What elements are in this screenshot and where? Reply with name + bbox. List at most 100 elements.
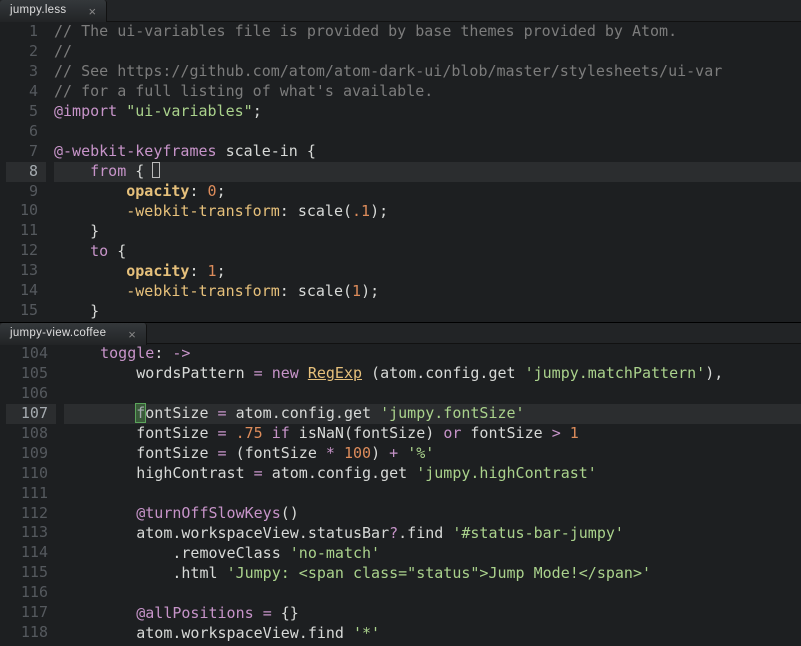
code-line[interactable]: atom.workspaceView.find '*' bbox=[64, 624, 801, 644]
close-icon[interactable]: × bbox=[88, 5, 96, 18]
code-token: .find bbox=[398, 524, 452, 542]
tab-jumpy-view-coffee[interactable]: jumpy-view.coffee × bbox=[0, 323, 147, 345]
tab-bar-2: jumpy-view.coffee × bbox=[0, 322, 801, 344]
code-token: = bbox=[254, 464, 263, 482]
code-token: > bbox=[552, 424, 561, 442]
line-number: 110 bbox=[6, 464, 56, 484]
code-line[interactable] bbox=[64, 484, 801, 504]
code-line[interactable]: to { bbox=[54, 242, 801, 262]
code-area-2[interactable]: toggle: -> wordsPattern = new RegExp (at… bbox=[64, 344, 801, 646]
code-token: { bbox=[126, 162, 153, 180]
code-token: .removeClass bbox=[64, 544, 290, 562]
code-token: 100 bbox=[344, 444, 371, 462]
code-line[interactable] bbox=[54, 122, 801, 142]
code-token: 1 bbox=[208, 262, 217, 280]
code-line[interactable]: atom.workspaceView.statusBar?.find '#sta… bbox=[64, 524, 801, 544]
code-token: ; bbox=[217, 182, 226, 200]
line-number: 118 bbox=[6, 623, 56, 643]
tab-jumpy-less[interactable]: jumpy.less × bbox=[0, 0, 107, 22]
gutter-2: 1041051061071081091101111121131141151161… bbox=[0, 344, 64, 646]
code-token: toggle bbox=[100, 344, 154, 362]
tab-title: jumpy.less bbox=[10, 3, 66, 18]
code-line[interactable]: // for a full listing of what's availabl… bbox=[54, 82, 801, 102]
code-token: ( bbox=[343, 202, 352, 220]
code-line[interactable]: from { bbox=[54, 162, 801, 182]
code-token: // for a full listing of what's availabl… bbox=[54, 82, 433, 100]
code-line[interactable]: fontSize = (fontSize * 100) + '%' bbox=[64, 444, 801, 464]
code-line[interactable]: @allPositions = {} bbox=[64, 604, 801, 624]
code-token bbox=[263, 424, 272, 442]
line-number: 115 bbox=[6, 563, 56, 583]
code-line[interactable]: wordsPattern = new RegExp (atom.config.g… bbox=[64, 364, 801, 384]
code-line[interactable]: @-webkit-keyframes scale-in { bbox=[54, 142, 801, 162]
code-token: .1 bbox=[352, 202, 370, 220]
code-line[interactable]: fontSize = atom.config.get 'jumpy.fontSi… bbox=[64, 404, 801, 424]
line-number: 113 bbox=[6, 523, 56, 543]
code-token: opacity bbox=[126, 262, 189, 280]
code-token: // See https://github.com/atom/atom-dark… bbox=[54, 62, 722, 80]
code-line[interactable]: } bbox=[54, 222, 801, 242]
code-token: // The ui-variables file is provided by … bbox=[54, 22, 677, 40]
code-token bbox=[227, 424, 236, 442]
code-token bbox=[54, 182, 126, 200]
code-token: * bbox=[326, 444, 335, 462]
code-line[interactable]: -webkit-transform: scale(1); bbox=[54, 282, 801, 302]
close-icon[interactable]: × bbox=[128, 328, 136, 341]
code-token: (atom.config.get bbox=[362, 364, 525, 382]
code-token: ? bbox=[389, 524, 398, 542]
line-number: 9 bbox=[6, 182, 46, 202]
code-line[interactable]: opacity: 0; bbox=[54, 182, 801, 202]
code-token: { bbox=[298, 142, 316, 160]
code-token: : bbox=[280, 202, 298, 220]
code-token: fontSize bbox=[461, 424, 551, 442]
code-line[interactable]: @import "ui-variables"; bbox=[54, 102, 801, 122]
line-number: 114 bbox=[6, 543, 56, 563]
code-line[interactable]: .removeClass 'no-match' bbox=[64, 544, 801, 564]
editor-pane-1[interactable]: 123456789101112131415 // The ui-variable… bbox=[0, 22, 801, 322]
code-line[interactable] bbox=[64, 584, 801, 604]
code-token bbox=[64, 604, 136, 622]
line-number: 3 bbox=[6, 62, 46, 82]
code-token: -> bbox=[172, 344, 190, 362]
code-token: ); bbox=[361, 282, 379, 300]
line-number: 112 bbox=[6, 504, 56, 524]
code-token bbox=[254, 604, 263, 622]
text-cursor bbox=[152, 162, 160, 178]
code-token: = bbox=[263, 604, 272, 622]
code-line[interactable]: @turnOffSlowKeys() bbox=[64, 504, 801, 524]
line-number: 104 bbox=[6, 344, 56, 364]
code-line[interactable] bbox=[64, 384, 801, 404]
code-line[interactable]: toggle: -> bbox=[64, 344, 801, 364]
code-token: scale bbox=[298, 202, 343, 220]
code-token bbox=[54, 262, 126, 280]
editor-pane-2[interactable]: 1041051061071081091101111121131141151161… bbox=[0, 344, 801, 646]
code-token: '#status-bar-jumpy' bbox=[452, 524, 624, 542]
code-token: } bbox=[54, 222, 99, 240]
code-line[interactable]: opacity: 1; bbox=[54, 262, 801, 282]
code-token: } bbox=[54, 302, 99, 320]
code-line[interactable]: } bbox=[54, 302, 801, 322]
line-number: 7 bbox=[6, 142, 46, 162]
code-token: fontSize bbox=[64, 444, 218, 462]
code-token: -webkit-transform bbox=[126, 202, 280, 220]
code-token: @allPositions bbox=[136, 604, 253, 622]
code-line[interactable]: // The ui-variables file is provided by … bbox=[54, 22, 801, 42]
code-token: atom.config.get bbox=[263, 464, 417, 482]
code-line[interactable]: -webkit-transform: scale(.1); bbox=[54, 202, 801, 222]
code-token: @turnOffSlowKeys bbox=[136, 504, 281, 522]
code-line[interactable]: // bbox=[54, 42, 801, 62]
code-line[interactable]: // See https://github.com/atom/atom-dark… bbox=[54, 62, 801, 82]
code-line[interactable]: .html 'Jumpy: <span class="status">Jump … bbox=[64, 564, 801, 584]
code-area-1[interactable]: // The ui-variables file is provided by … bbox=[54, 22, 801, 322]
code-token: 1 bbox=[570, 424, 579, 442]
line-number: 10 bbox=[6, 201, 46, 221]
code-token: RegExp bbox=[308, 364, 362, 382]
code-line[interactable]: fontSize = .75 if isNaN(fontSize) or fon… bbox=[64, 424, 801, 444]
code-token: .html bbox=[64, 564, 227, 582]
code-token: = bbox=[218, 404, 227, 422]
code-token: "ui-variables" bbox=[126, 102, 252, 120]
code-token: 'Jumpy: <span class="status">Jump Mode!<… bbox=[227, 564, 651, 582]
line-number: 2 bbox=[6, 42, 46, 62]
code-token: ; bbox=[217, 262, 226, 280]
code-line[interactable]: highContrast = atom.config.get 'jumpy.hi… bbox=[64, 464, 801, 484]
